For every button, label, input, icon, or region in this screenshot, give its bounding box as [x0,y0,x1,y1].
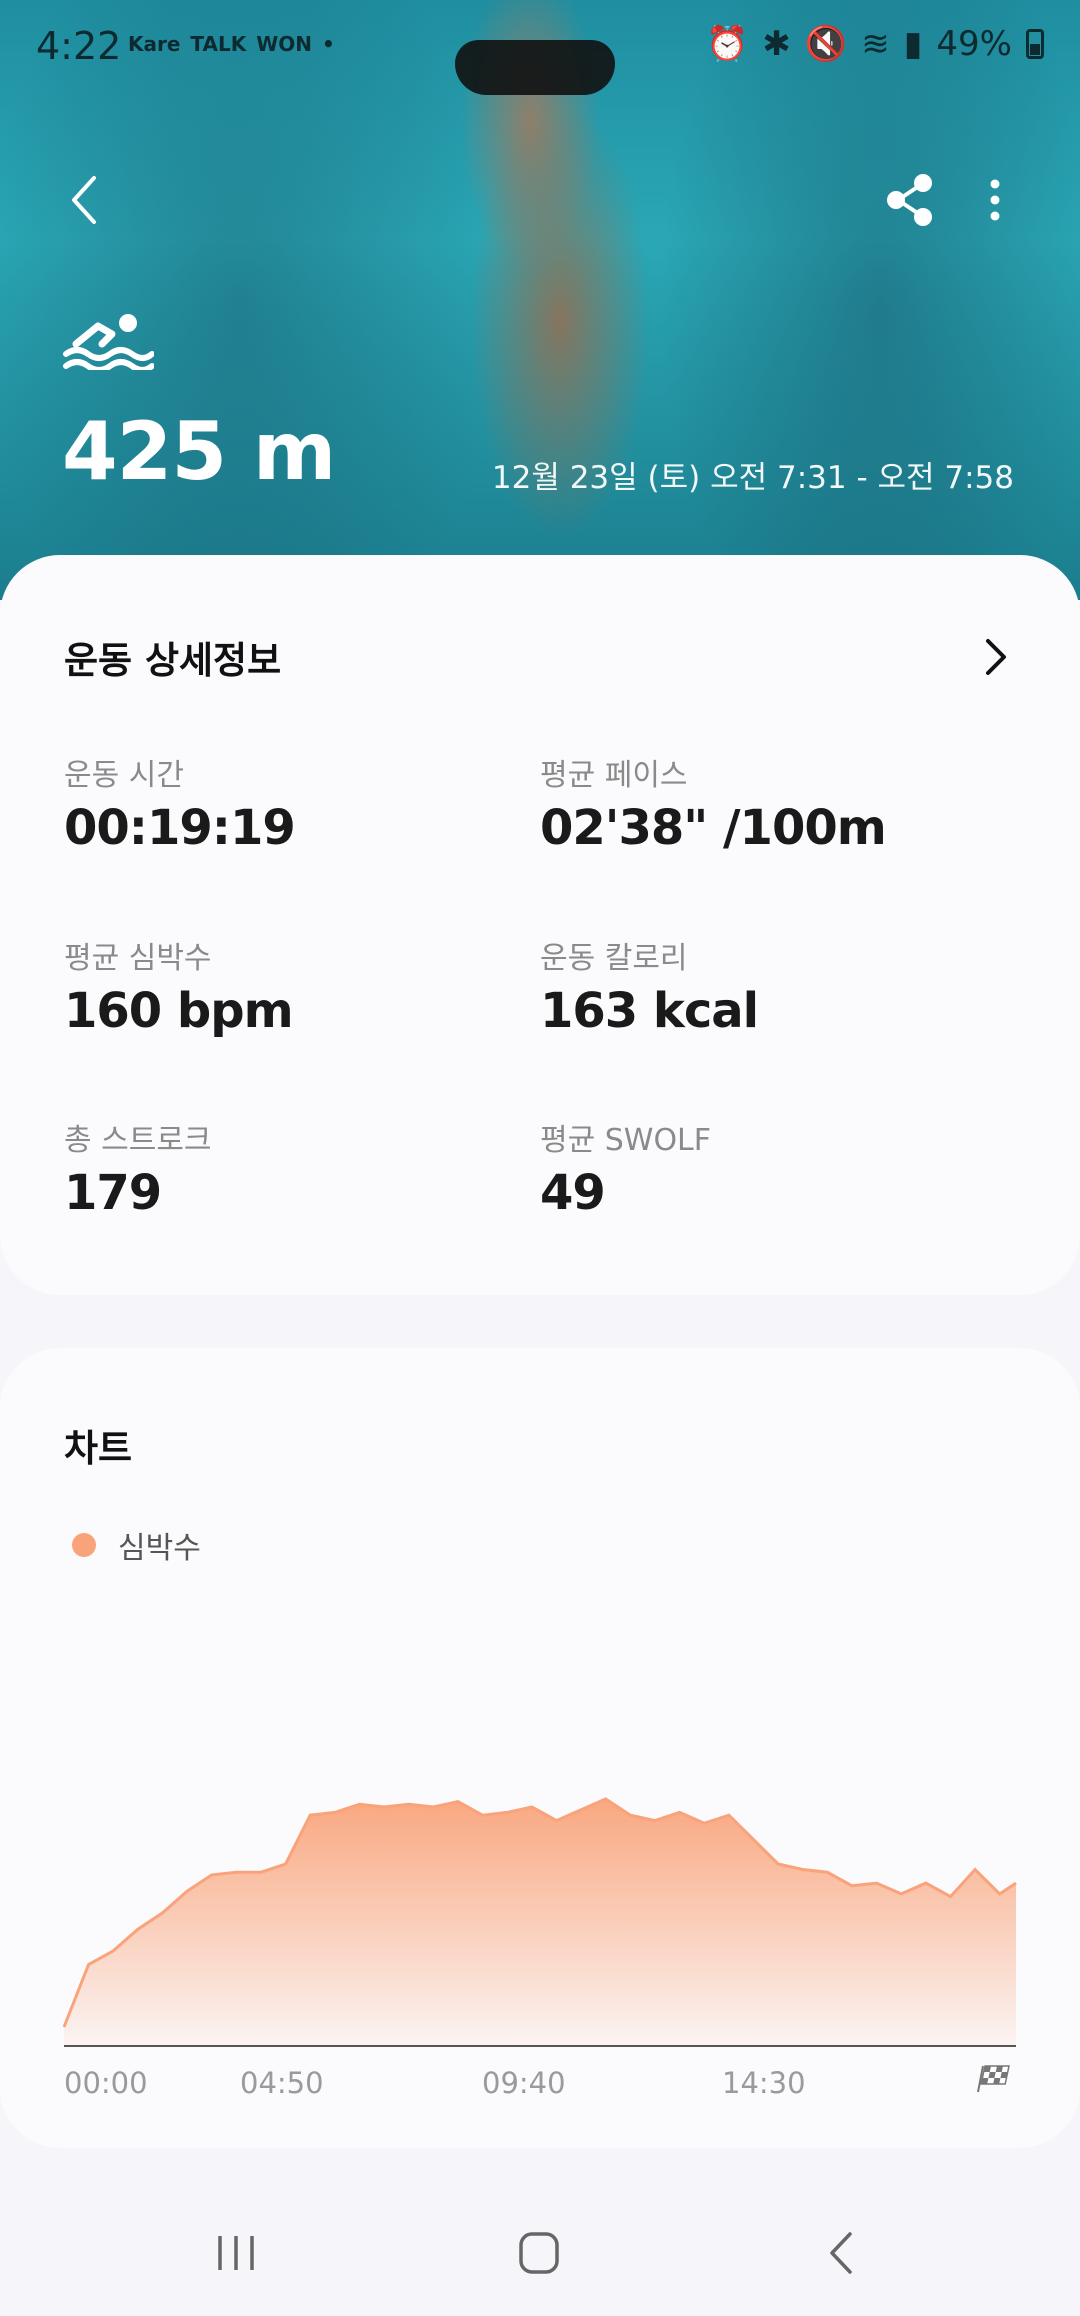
alarm-icon: ⏰ [706,24,749,64]
status-right-icons: ⏰ ✱ 🔇 ≋ ▮ 49% [706,24,1044,64]
system-back-button[interactable] [802,2218,882,2288]
x-tick-label: 04:50 [240,2066,324,2100]
stat-workout-time: 운동 시간 00:19:19 [64,750,296,856]
signal-icon: ▮ [903,24,923,64]
bluetooth-icon: ✱ [762,24,791,64]
stat-average-heart-rate: 평균 심박수 160 bpm [64,933,294,1039]
kakaotalk-icon: TALK [190,32,247,56]
share-icon [887,174,932,226]
kare-app-icon: Kare [128,32,181,56]
stat-value: 163 kcal [540,983,759,1039]
wifi-icon: ≋ [861,24,890,64]
stat-calories: 운동 칼로리 163 kcal [540,933,759,1039]
stat-label: 평균 심박수 [64,941,212,976]
battery-percent: 49% [936,24,1012,64]
recent-apps-button[interactable] [196,2218,276,2288]
stat-label: 운동 칼로리 [540,941,688,976]
swimming-icon [63,314,154,370]
x-tick-label: 00:00 [64,2066,148,2100]
share-button[interactable] [880,170,940,230]
heart-rate-area [64,1798,1016,2046]
stat-average-pace: 평균 페이스 02'38" /100m [540,750,887,856]
x-tick-label: 14:30 [722,2066,806,2100]
status-time: 4:22 [36,24,122,68]
back-icon [830,2232,852,2274]
stat-label: 총 스트로크 [64,1123,212,1158]
finish-flag-icon [977,2065,1010,2093]
workout-details-card: 운동 상세정보 운동 시간 00:19:19 평균 페이스 02'38" /10… [0,555,1080,1295]
recent-apps-icon [218,2236,254,2270]
details-title: 운동 상세정보 [64,639,282,682]
stat-label: 평균 페이스 [540,758,688,793]
stat-value: 49 [540,1165,606,1221]
details-open-button[interactable] [980,635,1010,679]
total-distance: 425 m [62,405,336,498]
x-tick-label: 09:40 [482,2066,566,2100]
workout-date-range: 12월 23일 (토) 오전 7:31 - 오전 7:58 [491,460,1014,496]
chevron-left-icon [72,176,96,224]
home-button[interactable] [499,2218,579,2288]
chart-card: 차트 심박수 00:00 04:50 09:40 14:30 [0,1348,1080,2148]
stat-value: 00:19:19 [64,800,296,856]
status-app-icons: Kare TALK WON • [128,32,335,56]
home-icon [519,2232,559,2274]
notification-dot-icon: • [322,32,335,56]
chevron-right-icon [986,639,1006,675]
battery-icon [1026,29,1044,59]
stat-label: 운동 시간 [64,758,184,793]
stat-average-swolf: 평균 SWOLF 49 [540,1115,711,1221]
mute-icon: 🔇 [804,24,848,64]
more-vertical-icon [990,179,1000,221]
stat-label: 평균 SWOLF [540,1123,712,1158]
stat-value: 02'38" /100m [540,800,887,856]
heart-rate-chart: 00:00 04:50 09:40 14:30 [62,1797,1017,2100]
more-options-button[interactable] [975,170,1015,230]
back-button[interactable] [60,170,110,230]
won-app-icon: WON [256,32,313,56]
stat-total-strokes: 총 스트로크 179 [64,1115,212,1221]
status-bar: 4:22 Kare TALK WON • ⏰ ✱ 🔇 ≋ ▮ 49% [0,0,1080,96]
stat-value: 179 [64,1165,162,1221]
system-navigation-bar [0,2190,1080,2316]
stat-value: 160 bpm [64,983,294,1039]
